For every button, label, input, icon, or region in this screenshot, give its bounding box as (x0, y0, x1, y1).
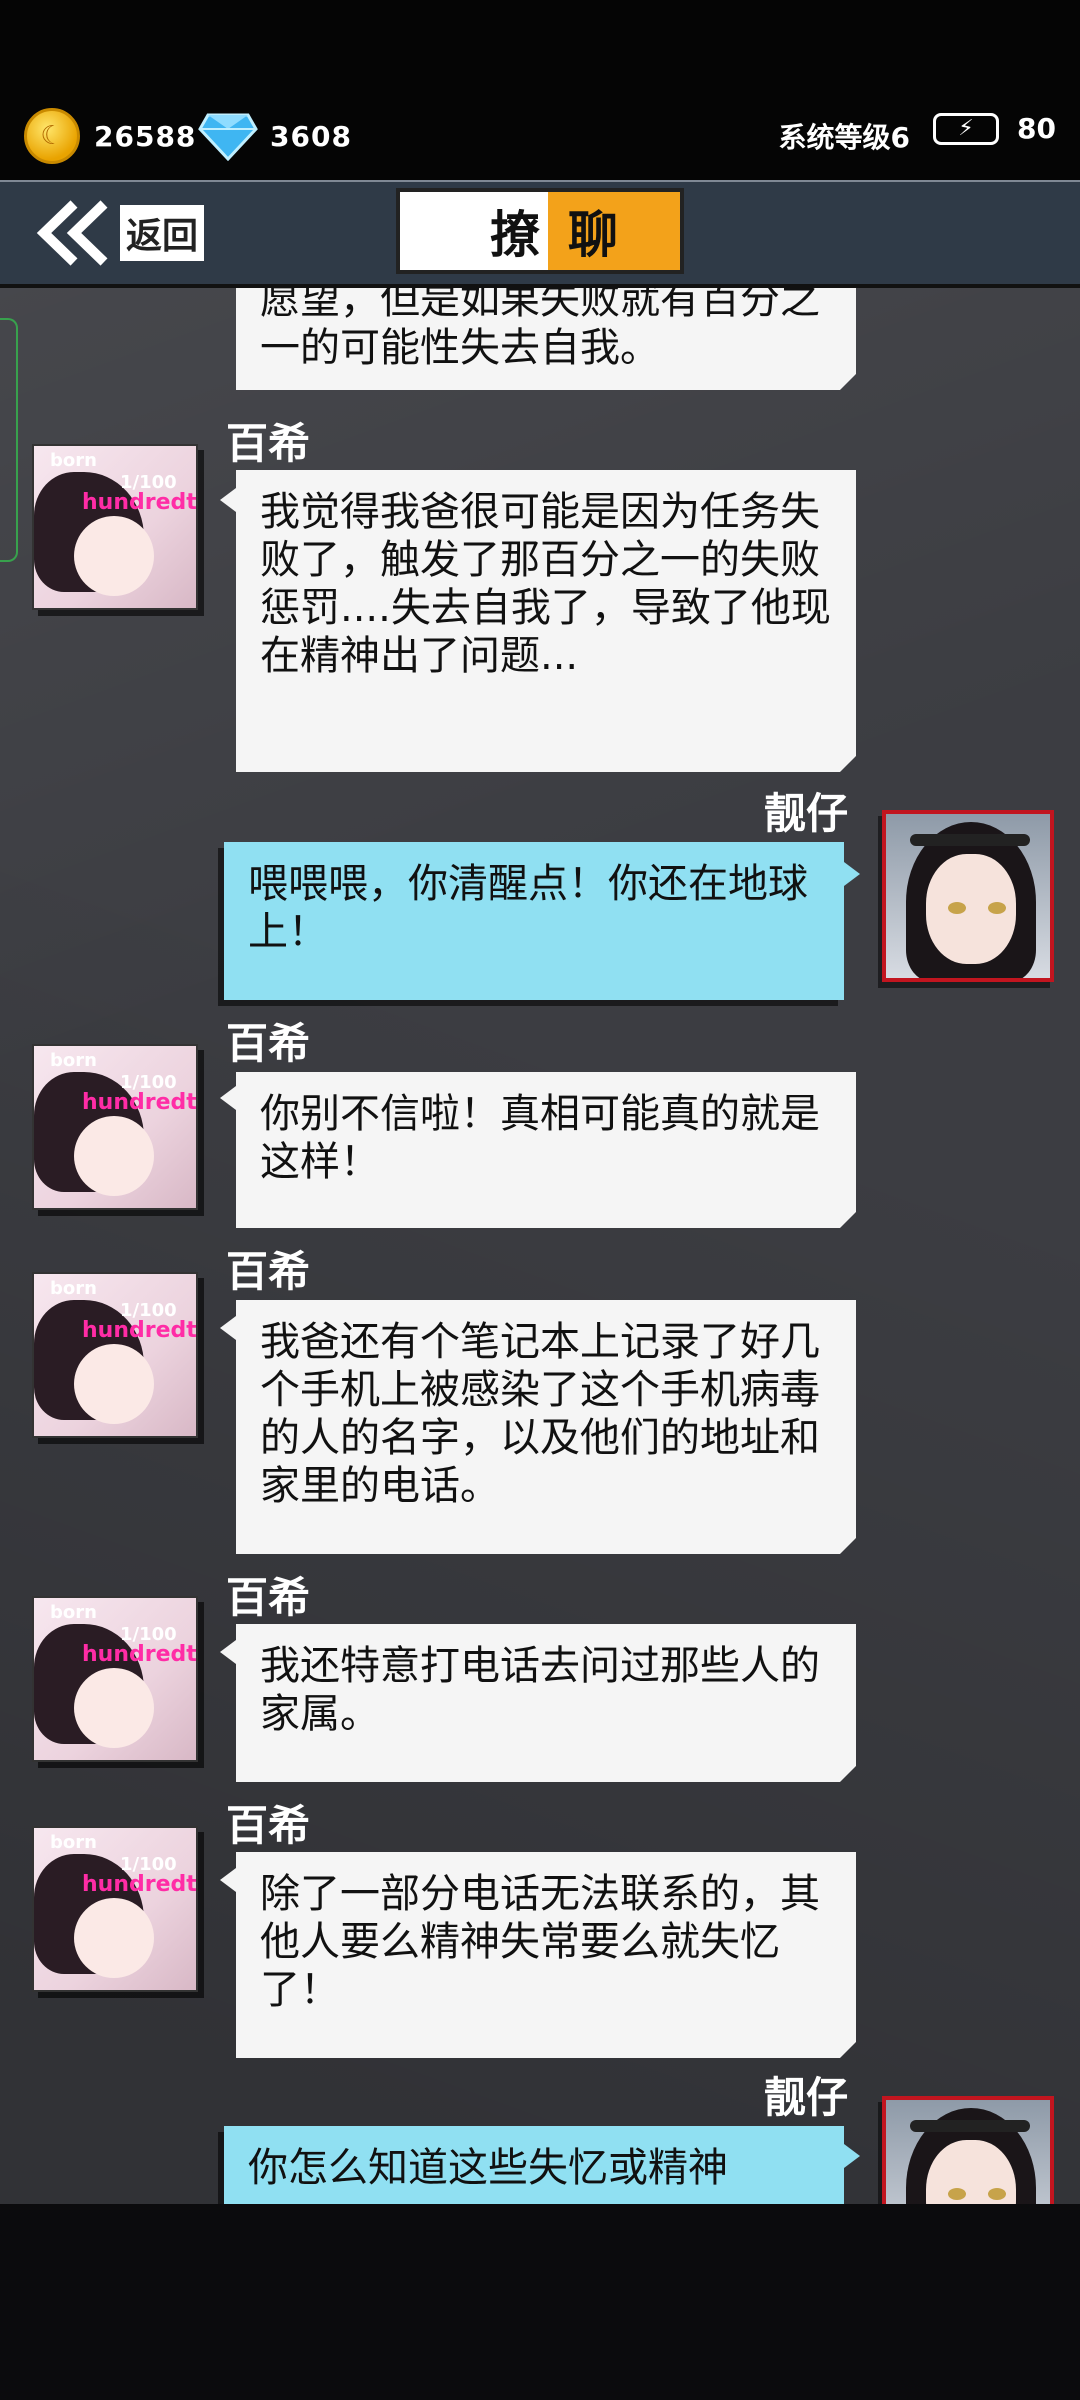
message-bubble-3: 你别不信啦！真相可能真的就是这样！ (236, 1072, 856, 1228)
sender-name: 百希 (226, 1019, 311, 1068)
sender-name: 百希 (226, 419, 311, 468)
title-left: 撩 (490, 206, 540, 264)
page-title: 撩 聊 (396, 188, 684, 274)
back-label: 返回 (120, 205, 205, 261)
avatar-baixi[interactable]: born 1/100 hundredth (32, 1596, 198, 1762)
avatar-liangzai[interactable] (882, 810, 1054, 982)
avatar-text: born (50, 1050, 97, 1071)
scroll-edge-indicator (0, 318, 18, 562)
diamond-counter: 3608 (198, 108, 352, 164)
bubble-tail (220, 1640, 236, 1664)
gold-value: 26588 (94, 119, 197, 153)
message-bubble-5: 我还特意打电话去问过那些人的家属。 (236, 1624, 856, 1782)
sender-name: 靓仔 (764, 789, 849, 838)
diamond-icon (198, 113, 258, 161)
bubble-tail (844, 862, 860, 886)
avatar-baixi[interactable]: born 1/100 hundredth (32, 1044, 198, 1210)
avatar-text: born (50, 1602, 97, 1623)
status-bar: ☾ 26588 3608 系统等级6 ⚡ 80 (0, 0, 1080, 180)
avatar-tag: hundredth (82, 490, 197, 515)
avatar-baixi[interactable]: born 1/100 hundredth (32, 444, 198, 610)
sender-name: 百希 (226, 1801, 311, 1850)
title-right: 聊 (548, 192, 680, 270)
bubble-tail (220, 1316, 236, 1340)
avatar-tag: hundredth (82, 1090, 197, 1115)
sender-name: 靓仔 (764, 2073, 849, 2122)
avatar-baixi[interactable]: born 1/100 hundredth (32, 1272, 198, 1438)
gold-coin-icon: ☾ (24, 108, 80, 164)
double-chevron-left-icon (36, 200, 108, 266)
bubble-tail (220, 1868, 236, 1892)
avatar-liangzai[interactable] (882, 2096, 1054, 2204)
message-bubble-7: 你怎么知道这些失忆或精神 (224, 2126, 844, 2204)
avatar-text: born (50, 1278, 97, 1299)
bubble-tail (220, 1086, 236, 1110)
diamond-value: 3608 (270, 119, 352, 153)
system-level: 系统等级6 (778, 121, 910, 154)
avatar-tag: hundredth (82, 1872, 197, 1897)
bubble-tail (844, 2144, 860, 2168)
message-bubble-6: 除了一部分电话无法联系的，其他人要么精神失常要么就失忆了！ (236, 1852, 856, 2058)
sender-name: 百希 (226, 1247, 311, 1296)
chat-area[interactable]: 愿望，但是如果失败就有百分之一的可能性失去自我。 百希 born 1/100 h… (0, 288, 1080, 2204)
avatar-text: born (50, 1832, 97, 1853)
message-bubble-1: 我觉得我爸很可能是因为任务失败了，触发了那百分之一的失败惩罚....失去自我了，… (236, 470, 856, 772)
lightning-battery-icon: ⚡ (933, 112, 1000, 145)
message-bubble-2: 喂喂喂，你清醒点！你还在地球上！ (224, 842, 844, 1000)
message-bubble-4: 我爸还有个笔记本上记录了好几个手机上被感染了这个手机病毒的人的名字，以及他们的地… (236, 1300, 856, 1554)
bottom-blank-area (0, 2204, 1080, 2400)
avatar-text: born (50, 450, 97, 471)
message-bubble-0: 愿望，但是如果失败就有百分之一的可能性失去自我。 (236, 288, 856, 390)
avatar-tag: hundredth (82, 1318, 197, 1343)
sender-name: 百希 (226, 1573, 311, 1622)
avatar-baixi[interactable]: born 1/100 hundredth (32, 1826, 198, 1992)
app-root: ☾ 26588 3608 系统等级6 ⚡ 80 返回 撩 聊 愿望，但是如果失败… (0, 0, 1080, 2400)
header-bar: 返回 撩 聊 (0, 180, 1080, 294)
back-button[interactable]: 返回 (34, 196, 205, 270)
bubble-tail (220, 488, 236, 512)
energy-counter: ⚡ 80 (933, 112, 1056, 145)
gold-counter: ☾ 26588 (24, 108, 196, 164)
energy-value: 80 (1017, 112, 1056, 145)
avatar-tag: hundredth (82, 1642, 197, 1667)
